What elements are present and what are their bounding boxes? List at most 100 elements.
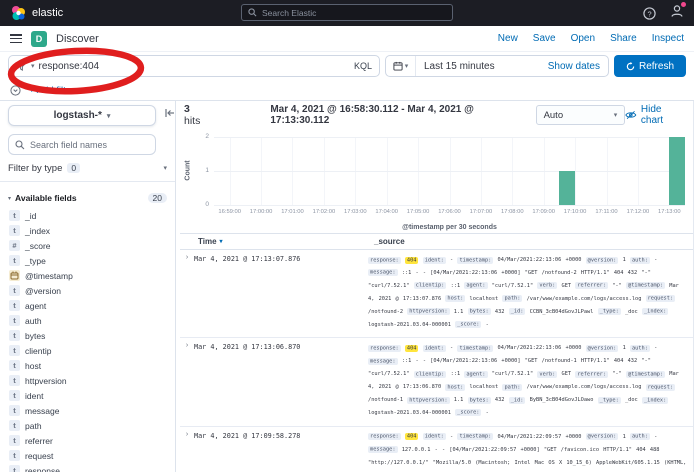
field-name-badge: @version: (586, 433, 619, 440)
field-item-host[interactable]: thost (8, 358, 167, 373)
expand-doc-icon[interactable]: › (180, 427, 194, 472)
field-label: httpversion (25, 376, 67, 386)
filter-options-icon[interactable] (10, 85, 21, 96)
field-item-_index[interactable]: t_index (8, 223, 167, 238)
notification-dot (681, 2, 686, 7)
field-item-bytes[interactable]: tbytes (8, 328, 167, 343)
action-save[interactable]: Save (533, 33, 556, 44)
field-item-referrer[interactable]: treferrer (8, 433, 167, 448)
doc-source: response: 404 ident: - timestamp: 04/Mar… (368, 250, 693, 337)
field-label: message (25, 406, 60, 416)
field-name-badge: _type: (598, 308, 621, 315)
highlighted-value: 404 (405, 257, 419, 264)
filter-by-type[interactable]: Filter by type 0 ▾ (0, 162, 175, 182)
expand-doc-icon[interactable]: › (180, 250, 194, 337)
field-name-badge: auth: (630, 345, 650, 352)
doc-time: Mar 4, 2021 @ 17:09:58.278 (194, 427, 368, 472)
field-label: bytes (25, 331, 45, 341)
date-picker: ▾ Last 15 minutes Show dates (385, 55, 609, 77)
doc-time: Mar 4, 2021 @ 17:13:06.870 (194, 338, 368, 425)
field-name-badge: message: (368, 269, 398, 276)
field-item-_type[interactable]: t_type (8, 253, 167, 268)
field-name-badge: auth: (630, 433, 650, 440)
add-filter-button[interactable]: + Add filter (29, 85, 74, 96)
field-name-badge: _index: (642, 308, 668, 315)
field-item-@timestamp[interactable]: @timestamp (8, 268, 167, 283)
histogram-bar[interactable] (669, 137, 685, 205)
available-fields-label: Available fields (15, 193, 77, 203)
field-item-clientip[interactable]: tclientip (8, 343, 167, 358)
field-name-badge: @version: (586, 257, 619, 264)
field-name-badge: @timestamp: (626, 371, 665, 378)
query-language-toggle[interactable]: KQL (354, 61, 372, 71)
page-title: Discover (56, 33, 99, 45)
chevron-down-icon: ▾ (614, 111, 618, 119)
available-fields-header[interactable]: ▾ Available fields 20 (8, 191, 167, 205)
filter-dropdown-icon[interactable] (16, 62, 27, 71)
field-item-@version[interactable]: t@version (8, 283, 167, 298)
field-label: ident (25, 391, 43, 401)
field-name-badge: verb: (537, 282, 557, 289)
chevron-down-icon[interactable]: ▾ (31, 62, 35, 70)
query-input[interactable]: ▾ response:404 KQL (8, 55, 380, 77)
query-text[interactable]: response:404 (39, 61, 100, 72)
field-item-auth[interactable]: tauth (8, 313, 167, 328)
doc-table-header: Time ▾ _source (180, 233, 693, 250)
column-header-time[interactable]: Time ▾ (186, 237, 374, 246)
string-field-icon: t (9, 375, 20, 386)
field-item-path[interactable]: tpath (8, 418, 167, 433)
highlighted-value: 404 (405, 433, 419, 440)
date-picker-calendar-button[interactable]: ▾ (386, 56, 416, 76)
field-item-agent[interactable]: tagent (8, 298, 167, 313)
field-item-response[interactable]: tresponse (8, 463, 167, 472)
number-field-icon: # (9, 240, 20, 251)
action-inspect[interactable]: Inspect (652, 33, 684, 44)
field-name-badge: @version: (586, 345, 619, 352)
string-field-icon: t (9, 210, 20, 221)
query-bar: ▾ response:404 KQL ▾ Last 15 minutes Sho… (0, 52, 694, 80)
available-fields-count: 20 (148, 193, 167, 203)
histogram-bar[interactable] (559, 171, 575, 205)
show-dates-button[interactable]: Show dates (548, 61, 608, 72)
user-avatar-icon[interactable] (670, 4, 684, 23)
content-area: logstash-* ▾ Search field names Filter b… (0, 100, 694, 472)
collapse-sidebar-icon[interactable] (164, 107, 176, 119)
menu-icon[interactable] (10, 34, 22, 43)
action-open[interactable]: Open (571, 33, 595, 44)
x-tick-label: 16:59:00 (218, 209, 241, 215)
field-label: _id (25, 211, 36, 221)
field-item-httpversion[interactable]: t httpversion (8, 373, 167, 388)
index-pattern-selector[interactable]: logstash-* ▾ (8, 105, 156, 126)
action-share[interactable]: Share (610, 33, 637, 44)
filter-bar: + Add filter (0, 80, 694, 100)
field-name-badge: clientip: (414, 371, 447, 378)
hide-chart-button[interactable]: Hide chart (625, 104, 685, 126)
help-icon[interactable]: ? (643, 7, 656, 20)
field-label: @version (25, 286, 61, 296)
field-item-_id[interactable]: t _id (8, 208, 167, 223)
expand-doc-icon[interactable]: › (180, 338, 194, 425)
histogram-time-range: Mar 4, 2021 @ 16:58:30.112 - Mar 4, 2021… (270, 104, 527, 126)
x-tick-label: 17:00:00 (250, 209, 273, 215)
field-name-badge: bytes: (468, 397, 491, 404)
time-range-display[interactable]: Last 15 minutes (416, 61, 495, 72)
refresh-button[interactable]: Refresh (614, 55, 686, 77)
field-item-ident[interactable]: tident (8, 388, 167, 403)
field-item-_score[interactable]: #_score (8, 238, 167, 253)
field-label: response (25, 466, 60, 472)
field-search-input[interactable]: Search field names (8, 134, 156, 155)
field-name-badge: _score: (455, 409, 481, 416)
x-tick-label: 17:11:00 (595, 209, 617, 215)
string-field-icon: t (9, 390, 20, 401)
main-panel: 3 hits Mar 4, 2021 @ 16:58:30.112 - Mar … (176, 101, 694, 472)
field-name-badge: auth: (630, 257, 650, 264)
field-name-badge: _id: (509, 308, 526, 315)
field-name-badge: _id: (509, 397, 526, 404)
field-item-message[interactable]: tmessage (8, 403, 167, 418)
field-label: request (25, 451, 53, 461)
field-item-request[interactable]: trequest (8, 448, 167, 463)
field-name-badge: bytes: (468, 308, 491, 315)
action-new[interactable]: New (498, 33, 518, 44)
interval-select[interactable]: Auto ▾ (536, 105, 626, 125)
global-search-input[interactable]: Search Elastic (241, 4, 453, 21)
